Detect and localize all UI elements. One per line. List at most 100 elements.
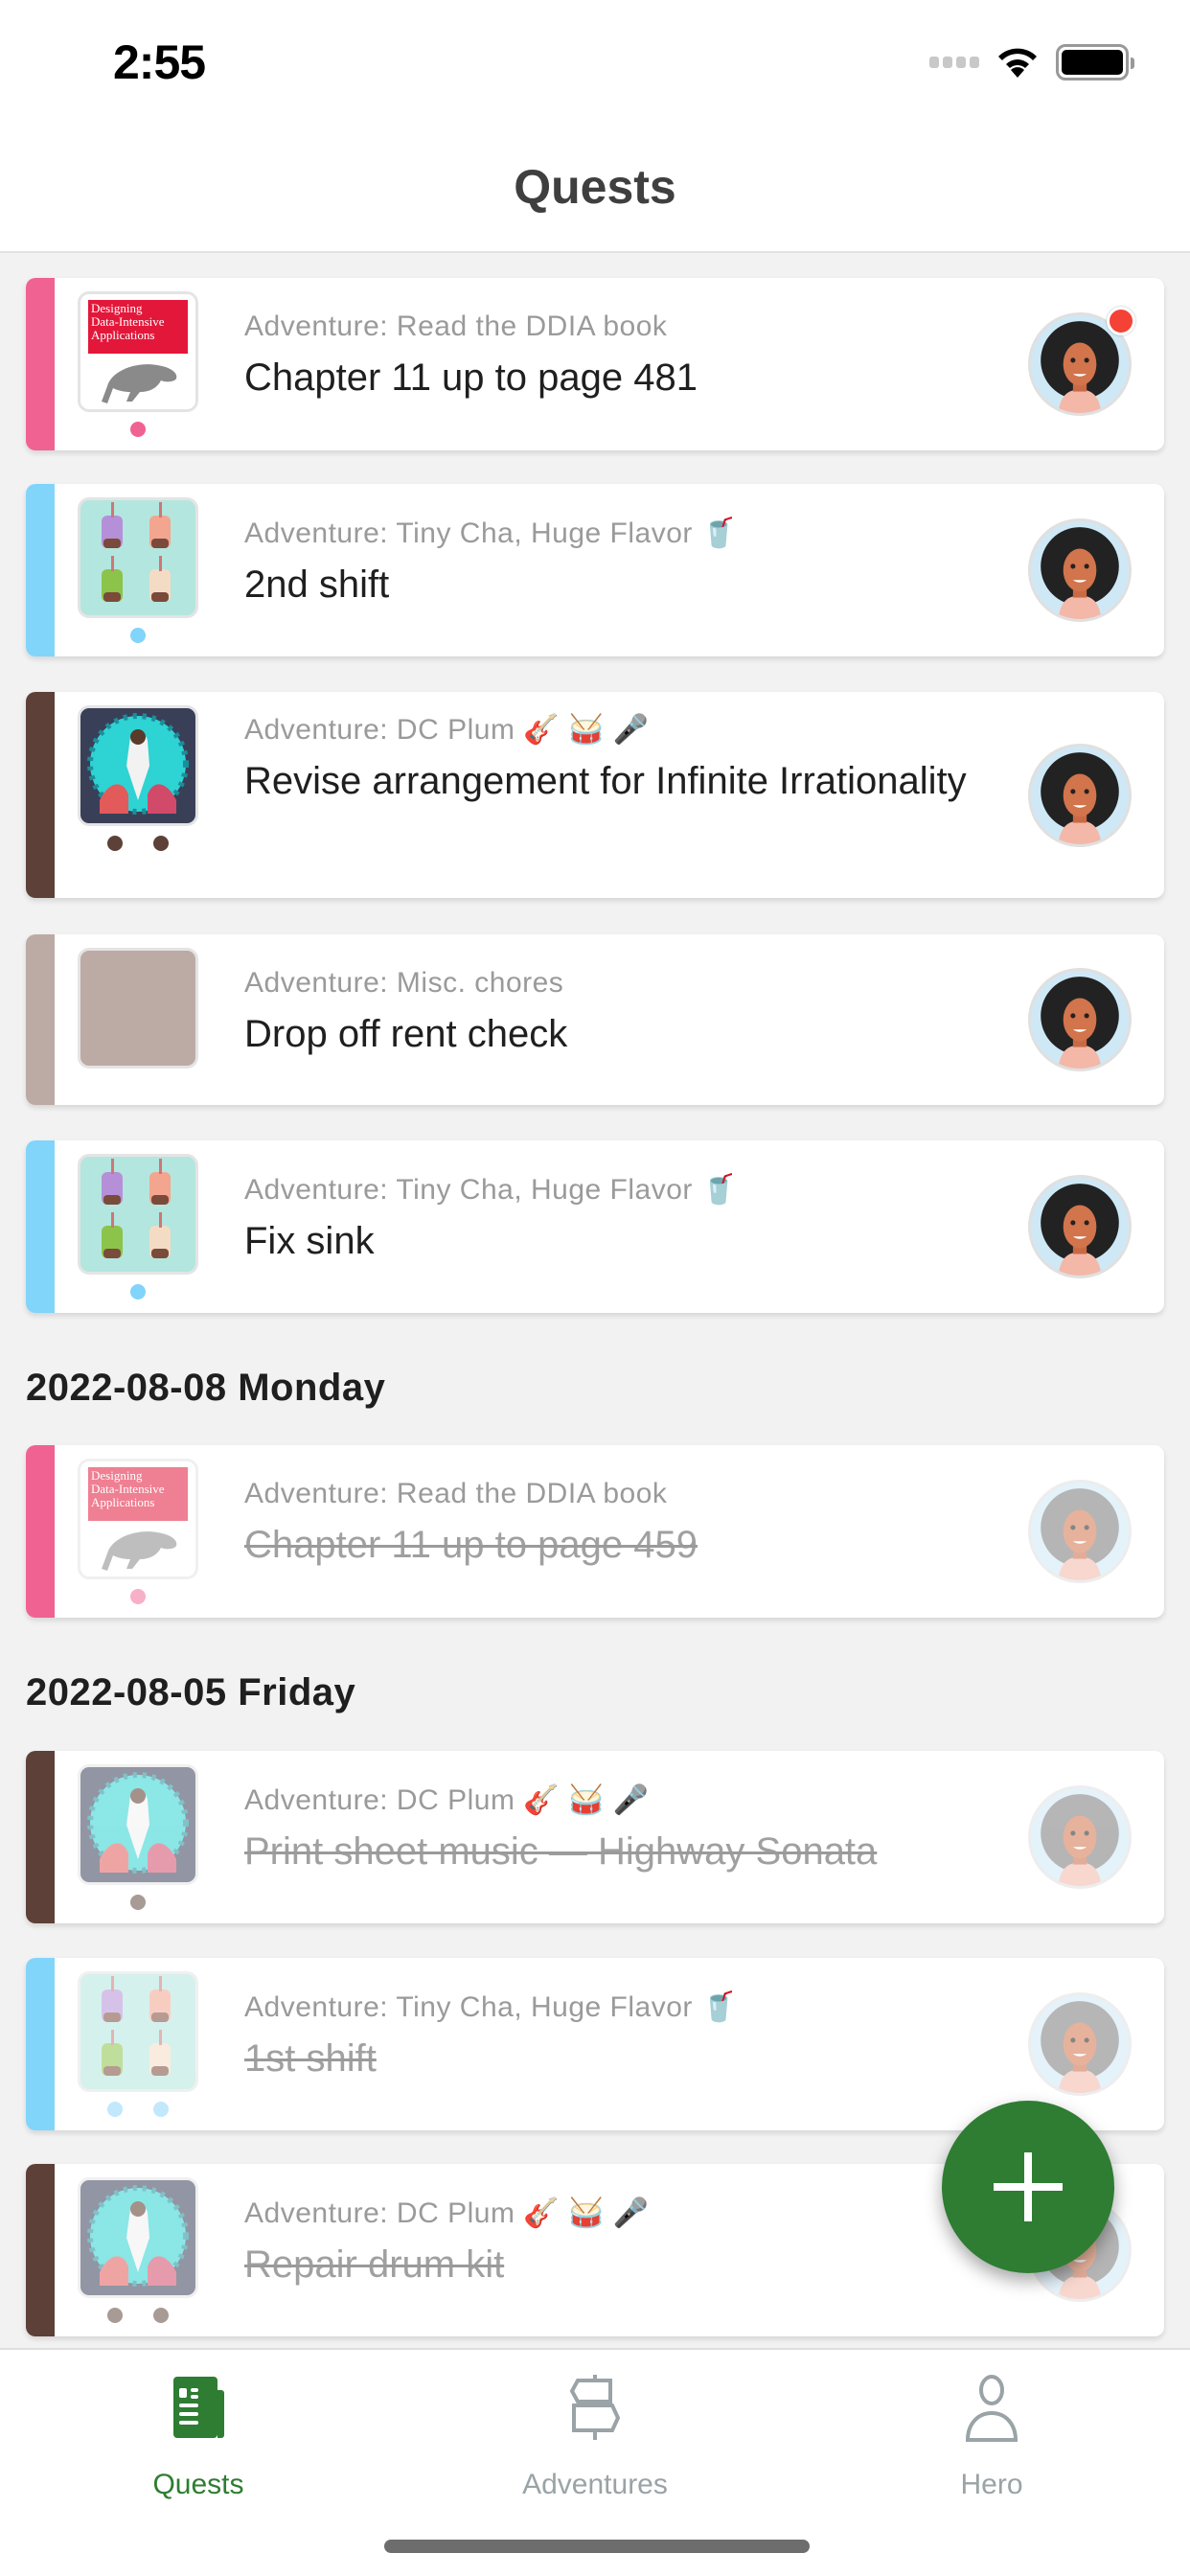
tab-adventures[interactable]: Adventures — [451, 2369, 739, 2501]
quest-title: Revise arrangement for Infinite Irration… — [244, 760, 967, 802]
add-quest-button[interactable] — [942, 2101, 1114, 2273]
quest-title: 1st shift — [244, 2037, 377, 2080]
adventure-color-stripe — [26, 484, 55, 656]
quest-thumbnail-column — [78, 1971, 198, 2117]
quest-text: Adventure: Read the DDIA book Chapter 11 … — [244, 1478, 1001, 1574]
person-icon — [965, 2375, 1018, 2442]
quest-card[interactable]: Adventure: Tiny Cha, Huge Flavor 🥤 Fix si… — [26, 1140, 1164, 1313]
hero-avatar-illustration — [1041, 1794, 1119, 1886]
quest-text: Adventure: DC Plum 🎸 🥁 🎤 Repair drum kit — [244, 2196, 1001, 2293]
tab-quests[interactable]: Quests — [55, 2369, 342, 2501]
adventure-color-stripe — [26, 1445, 55, 1618]
notification-badge — [1107, 307, 1135, 335]
progress-dot — [130, 1284, 146, 1300]
quest-title: Drop off rent check — [244, 1013, 568, 1055]
assignee-avatar[interactable] — [1028, 1480, 1132, 1583]
progress-dot — [130, 628, 146, 643]
quest-text: Adventure: Tiny Cha, Huge Flavor 🥤 Fix si… — [244, 1173, 1001, 1270]
boba-cups-illustration — [102, 502, 171, 602]
hero-avatar-illustration — [1041, 752, 1119, 844]
book-cover-title: Designing Data-Intensive Applications — [88, 1467, 188, 1521]
progress-dots — [130, 1589, 146, 1604]
quest-title: Chapter 11 up to page 481 — [244, 356, 698, 399]
page-title: Quests — [514, 160, 676, 214]
boar-illustration — [102, 364, 177, 403]
quest-text: Adventure: Read the DDIA book Chapter 11 … — [244, 310, 1001, 406]
tab-label: Hero — [960, 2469, 1023, 2500]
top-bar: 2:55 Quests — [0, 0, 1190, 253]
quest-card[interactable]: Adventure: DC Plum 🎸 🥁 🎤 Print sheet musi… — [26, 1751, 1164, 1923]
quests-screen: 2:55 Quests 2022-08-08 Monday 2022-08-05 … — [0, 0, 1190, 2576]
quest-card[interactable]: Adventure: Tiny Cha, Huge Flavor 🥤 2nd sh… — [26, 484, 1164, 656]
quest-card[interactable]: Adventure: Misc. chores Drop off rent che… — [26, 934, 1164, 1105]
progress-dot — [130, 1895, 146, 1910]
tab-label: Adventures — [522, 2469, 668, 2500]
adventure-name: Adventure: Tiny Cha, Huge Flavor 🥤 — [244, 518, 738, 549]
adventure-color-stripe — [26, 1958, 55, 2130]
plain-color-thumbnail — [78, 948, 198, 1069]
assignee-avatar[interactable] — [1028, 968, 1132, 1071]
quest-title: Chapter 11 up to page 459 — [244, 1524, 698, 1566]
adventure-name: Adventure: Misc. chores — [244, 967, 564, 999]
cellular-signal-icon — [929, 57, 979, 68]
adventure-name: Adventure: Tiny Cha, Huge Flavor 🥤 — [244, 1174, 738, 1206]
boba-drinks-thumbnail — [78, 497, 198, 618]
quest-thumbnail-column — [78, 2177, 198, 2323]
adventure-color-stripe — [26, 934, 55, 1105]
adventure-name: Adventure: Tiny Cha, Huge Flavor 🥤 — [244, 1991, 738, 2023]
progress-dot — [107, 2102, 123, 2117]
assignee-avatar[interactable] — [1028, 744, 1132, 847]
quest-card[interactable]: Designing Data-Intensive Applications Adven… — [26, 278, 1164, 450]
adventure-color-stripe — [26, 692, 55, 898]
progress-dot — [153, 836, 169, 851]
progress-dots — [107, 2308, 169, 2323]
adventure-color-stripe — [26, 1751, 55, 1923]
ddia-book-cover-thumbnail: Designing Data-Intensive Applications — [78, 1459, 198, 1579]
quest-thumbnail-column — [78, 705, 198, 851]
quest-text: Adventure: Misc. chores Drop off rent che… — [244, 967, 1001, 1063]
progress-dot — [107, 836, 123, 851]
tab-hero[interactable]: Hero — [848, 2369, 1135, 2501]
adventure-name: Adventure: DC Plum 🎸 🥁 🎤 — [244, 1784, 650, 1816]
adventure-name: Adventure: Read the DDIA book — [244, 1478, 668, 1509]
boba-cups-illustration — [102, 1159, 171, 1258]
wifi-icon — [998, 48, 1037, 78]
quest-text: Adventure: Tiny Cha, Huge Flavor 🥤 1st sh… — [244, 1990, 1001, 2087]
assignee-avatar[interactable] — [1028, 1785, 1132, 1889]
adventure-name: Adventure: DC Plum 🎸 🥁 🎤 — [244, 714, 650, 746]
progress-dot — [107, 2308, 123, 2323]
boba-cups-illustration — [102, 1976, 171, 2076]
progress-dots — [130, 1284, 146, 1300]
boar-illustration — [102, 1531, 177, 1571]
progress-dot — [153, 2102, 169, 2117]
quest-thumbnail-column — [78, 948, 198, 1078]
date-section-header: 2022-08-08 Monday — [26, 1367, 386, 1409]
home-indicator — [384, 2540, 810, 2553]
ddia-book-cover-thumbnail: Designing Data-Intensive Applications — [78, 291, 198, 412]
assignee-avatar[interactable] — [1028, 1992, 1132, 2096]
assignee-avatar[interactable] — [1028, 518, 1132, 622]
progress-dot — [130, 1589, 146, 1604]
progress-dots — [107, 2102, 169, 2117]
quest-card[interactable]: Designing Data-Intensive Applications Adven… — [26, 1445, 1164, 1618]
quest-card[interactable]: Adventure: DC Plum 🎸 🥁 🎤 Revise arrangeme… — [26, 692, 1164, 898]
quest-title: Print sheet music — Highway Sonata — [244, 1830, 878, 1873]
progress-dot — [130, 422, 146, 437]
band-concert-thumbnail — [78, 705, 198, 826]
quest-thumbnail-column: Designing Data-Intensive Applications — [78, 291, 198, 437]
adventure-color-stripe — [26, 278, 55, 450]
hero-avatar-illustration — [1041, 2001, 1119, 2093]
status-icons — [929, 44, 1134, 80]
quest-text: Adventure: Tiny Cha, Huge Flavor 🥤 2nd sh… — [244, 517, 1001, 613]
hero-avatar-illustration — [1041, 527, 1119, 619]
adventure-name: Adventure: Read the DDIA book — [244, 310, 668, 342]
progress-dots — [107, 836, 169, 851]
quest-card[interactable]: Adventure: Tiny Cha, Huge Flavor 🥤 1st sh… — [26, 1958, 1164, 2130]
concert-illustration — [87, 1772, 189, 1874]
quest-thumbnail-column — [78, 1154, 198, 1300]
assignee-avatar[interactable] — [1028, 1175, 1132, 1278]
signpost-icon — [569, 2375, 621, 2440]
progress-dots — [130, 628, 146, 643]
newspaper-icon — [173, 2377, 224, 2438]
concert-illustration — [87, 2185, 189, 2287]
